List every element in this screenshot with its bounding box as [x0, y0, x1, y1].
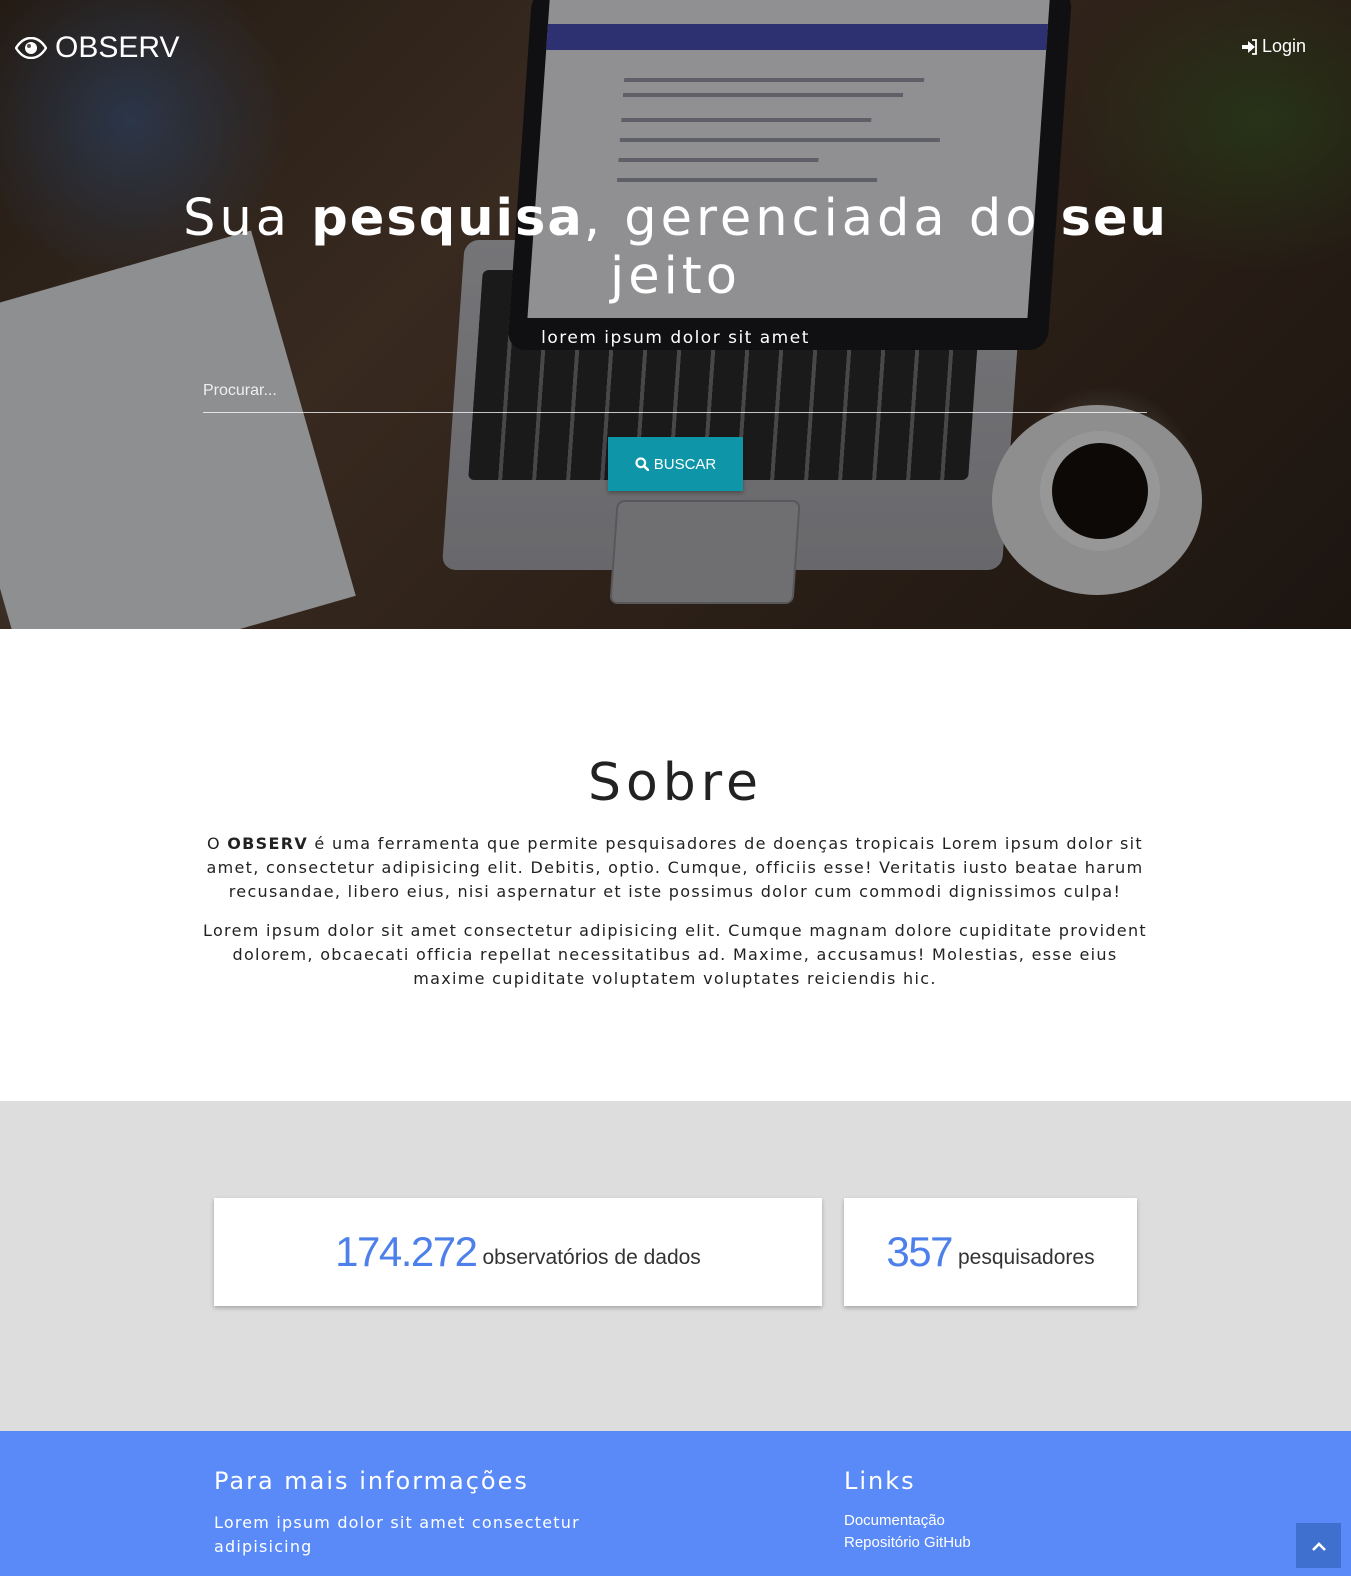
search-icon: [635, 457, 649, 471]
search-button[interactable]: BUSCAR: [608, 437, 743, 491]
stat-label: observatórios de dados: [482, 1246, 701, 1269]
footer-link-github[interactable]: Repositório GitHub: [844, 1534, 971, 1551]
scroll-to-top-button[interactable]: [1296, 1523, 1341, 1568]
stat-card-observatories: 174.272 observatórios de dados: [214, 1198, 822, 1306]
sign-in-icon: [1241, 38, 1257, 55]
search-button-label: BUSCAR: [653, 455, 717, 473]
brand-logo-link[interactable]: OBSERV: [15, 28, 180, 68]
login-label: Login: [1261, 36, 1306, 56]
footer-info-text: Lorem ipsum dolor sit amet consectetur a…: [214, 1513, 580, 1556]
hero-overlay: [0, 0, 1351, 629]
footer-links-title: Links: [844, 1467, 916, 1495]
about-title: Sobre: [587, 753, 764, 813]
chevron-up-icon: [1311, 1541, 1326, 1551]
stats-section: 174.272 observatórios de dados 357 pesqu…: [0, 1101, 1351, 1431]
brand-name: OBSERV: [55, 31, 180, 64]
stat-card-researchers: 357 pesquisadores: [844, 1198, 1137, 1306]
footer-info-title: Para mais informações: [214, 1467, 529, 1495]
search-input[interactable]: [203, 370, 1147, 413]
footer-link-documentation[interactable]: Documentação: [844, 1512, 945, 1529]
stat-label: pesquisadores: [957, 1246, 1095, 1269]
about-paragraph-1: O OBSERV é uma ferramenta que permite pe…: [206, 834, 1144, 901]
hero-subtitle: lorem ipsum dolor sit amet: [541, 328, 810, 348]
about-paragraph-2: Lorem ipsum dolor sit amet consectetur a…: [203, 921, 1147, 988]
footer: Para mais informações Lorem ipsum dolor …: [0, 1431, 1351, 1576]
eye-icon: [15, 37, 47, 59]
stat-value: 357: [886, 1228, 953, 1275]
about-section: Sobre O OBSERV é uma ferramenta que perm…: [0, 629, 1351, 1101]
stat-value: 174.272: [335, 1228, 478, 1275]
hero-title: Sua pesquisa, gerenciada do seu jeito: [183, 189, 1168, 306]
login-link[interactable]: Login: [1241, 36, 1306, 57]
hero-section: OBSERV Login Sua pesquisa, gerenciada do…: [0, 0, 1351, 629]
